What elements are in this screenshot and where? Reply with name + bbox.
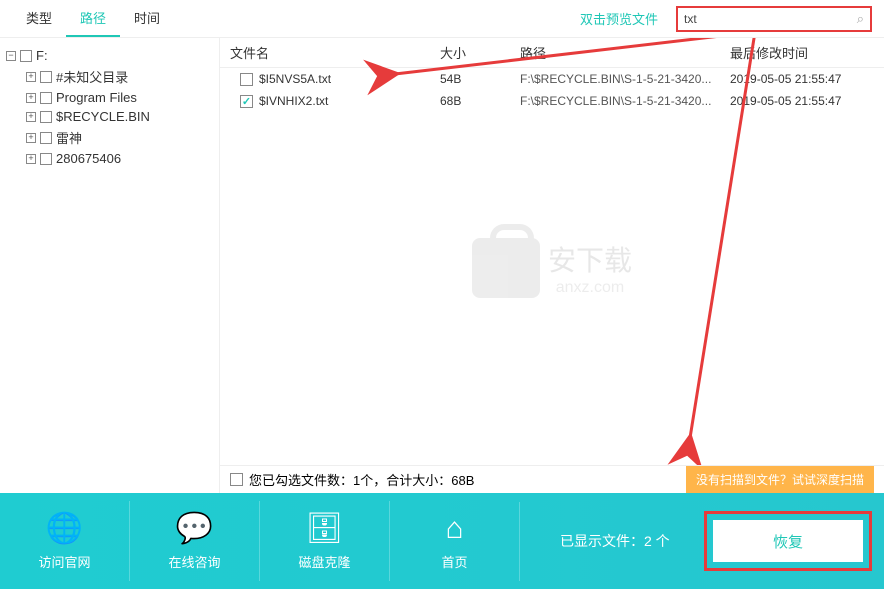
chat-icon: 💬 [130,511,259,546]
tree-item[interactable]: + $RECYCLE.BIN [6,107,213,126]
tree-item[interactable]: + #未知父目录 [6,65,213,88]
recover-button[interactable]: 恢复 [713,520,863,562]
tree-checkbox[interactable] [40,92,52,104]
expand-icon[interactable]: + [26,93,36,103]
tab-path[interactable]: 路径 [66,0,120,37]
search-box[interactable]: ⌕ [676,6,872,32]
tree-root[interactable]: − F: [6,46,213,65]
summary-text: 您已勾选文件数：1个，合计大小：68B [249,470,474,489]
col-path[interactable]: 路径 [520,43,730,62]
tree-item[interactable]: + 雷神 [6,126,213,149]
watermark: 安下载 anxz.com [472,238,632,298]
expand-icon[interactable]: + [26,154,36,164]
home-icon: ⌂ [390,512,519,546]
folder-tree[interactable]: − F: + #未知父目录 + Program Files + $RECYCLE… [0,38,220,493]
expand-icon[interactable]: + [26,133,36,143]
displayed-count: 已显示文件：2 个 [560,531,670,551]
online-chat-button[interactable]: 💬 在线咨询 [130,501,260,581]
visit-website-button[interactable]: 🌐 访问官网 [0,501,130,581]
expand-icon[interactable]: + [26,72,36,82]
home-button[interactable]: ⌂ 首页 [390,502,520,581]
file-time: 2019-05-05 21:55:47 [730,94,884,108]
file-name: $IVNHIX2.txt [259,94,328,108]
deep-scan-button[interactable]: 没有扫描到文件？试试深度扫描 [686,466,874,493]
tree-checkbox[interactable] [40,111,52,123]
table-header: 文件名 大小 路径 最后修改时间 [220,38,884,68]
collapse-icon[interactable]: − [6,51,16,61]
search-icon[interactable]: ⌕ [857,11,864,27]
row-checkbox[interactable] [240,73,253,86]
expand-icon[interactable]: + [26,112,36,122]
tree-checkbox[interactable] [40,71,52,83]
file-size: 54B [440,72,520,86]
database-icon: 🗄 [260,511,389,546]
file-path: F:\$RECYCLE.BIN\S-1-5-21-3420... [520,72,730,86]
tree-checkbox[interactable] [20,50,32,62]
col-size[interactable]: 大小 [440,43,520,62]
search-input[interactable] [684,12,857,26]
col-name[interactable]: 文件名 [220,43,440,62]
tree-item[interactable]: + Program Files [6,88,213,107]
preview-hint: 双击预览文件 [580,9,676,28]
row-checkbox[interactable] [240,95,253,108]
tab-type[interactable]: 类型 [12,0,66,37]
table-row[interactable]: $IVNHIX2.txt 68B F:\$RECYCLE.BIN\S-1-5-2… [220,90,884,112]
tree-item[interactable]: + 280675406 [6,149,213,168]
table-row[interactable]: $I5NVS5A.txt 54B F:\$RECYCLE.BIN\S-1-5-2… [220,68,884,90]
tree-checkbox[interactable] [40,132,52,144]
file-name: $I5NVS5A.txt [259,72,331,86]
file-path: F:\$RECYCLE.BIN\S-1-5-21-3420... [520,94,730,108]
col-time[interactable]: 最后修改时间 [730,43,884,62]
disk-clone-button[interactable]: 🗄 磁盘克隆 [260,501,390,581]
select-all-checkbox[interactable] [230,473,243,486]
file-size: 68B [440,94,520,108]
tree-checkbox[interactable] [40,153,52,165]
globe-icon: 🌐 [0,511,129,546]
tab-time[interactable]: 时间 [120,0,174,37]
file-time: 2019-05-05 21:55:47 [730,72,884,86]
watermark-bag-icon [472,238,540,298]
